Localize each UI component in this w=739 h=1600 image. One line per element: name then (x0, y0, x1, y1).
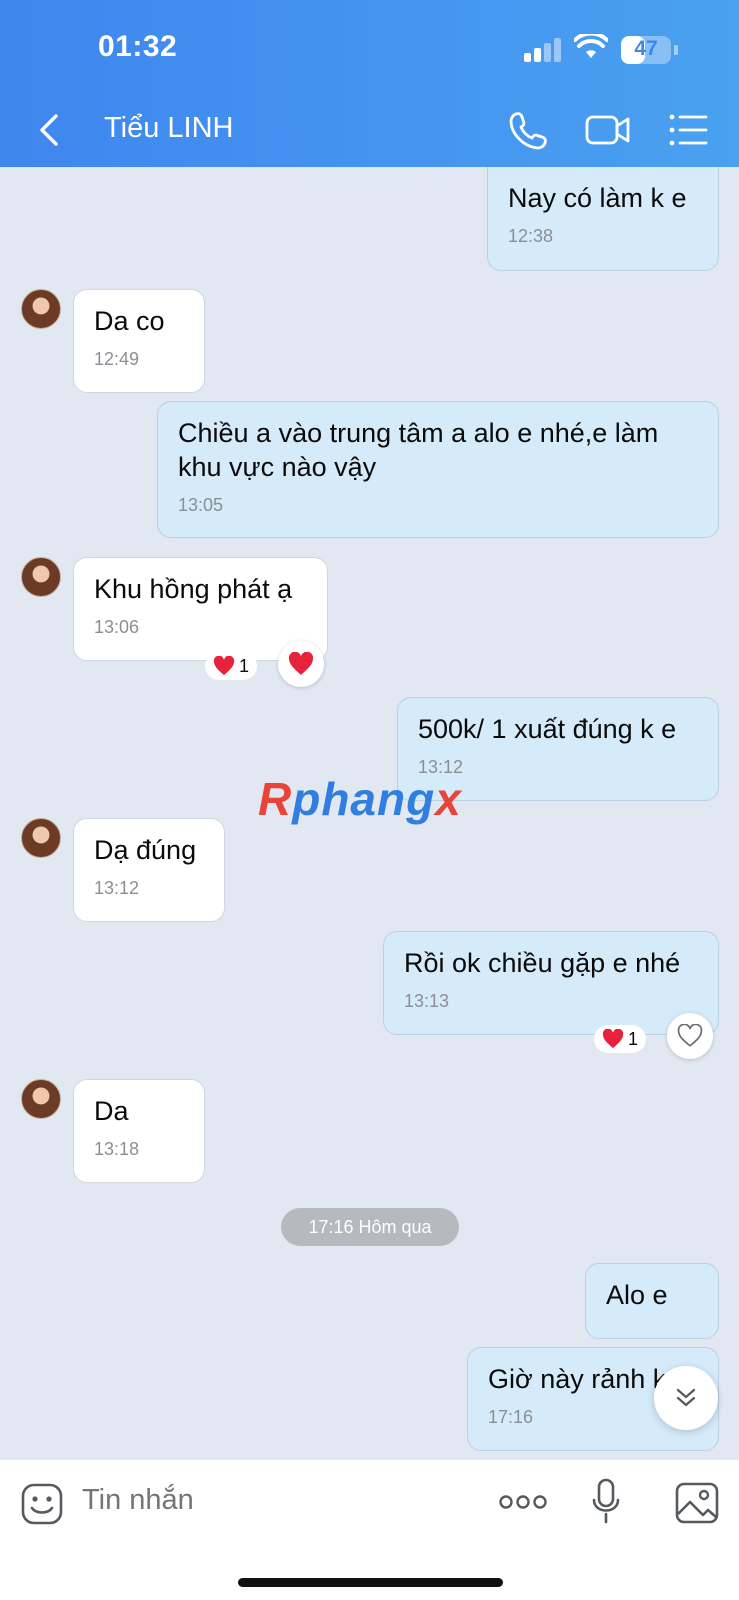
home-indicator (238, 1578, 503, 1587)
heart-icon (288, 652, 314, 675)
message-text: Alo e (606, 1280, 668, 1310)
message-incoming[interactable]: Dạ đúng 13:12 (73, 818, 225, 922)
reaction-count: 1 (239, 655, 250, 676)
message-time: 12:49 (94, 349, 140, 369)
heart-icon (213, 656, 235, 676)
react-button[interactable] (278, 641, 324, 687)
message-incoming[interactable]: Da 13:18 (73, 1079, 205, 1183)
message-outgoing[interactable]: Chiều a vào trung tâm a alo e nhé,e làm … (157, 401, 719, 538)
heart-icon (602, 1029, 624, 1049)
message-time: 13:13 (404, 991, 450, 1011)
message-input[interactable] (82, 1484, 462, 1517)
chevron-double-down-icon (676, 1388, 696, 1407)
message-text: Chiều a vào trung tâm a alo e nhé,e làm … (178, 418, 659, 482)
wifi-icon (574, 34, 608, 58)
chat-header: 01:32 47 Tiểu LINH (0, 0, 739, 167)
contact-name[interactable]: Tiểu LINH (104, 112, 233, 145)
avatar[interactable] (21, 557, 61, 597)
date-divider: 17:16 Hôm qua (281, 1208, 459, 1246)
message-outgoing[interactable]: Nay có làm k e 12:38 (487, 167, 719, 271)
message-text: 500k/ 1 xuất đúng k e (418, 714, 677, 744)
message-time: 12:38 (508, 226, 554, 246)
avatar[interactable] (21, 818, 61, 858)
microphone-icon[interactable] (591, 1478, 621, 1524)
back-chevron-icon[interactable] (34, 110, 64, 150)
message-text: Khu hồng phát ạ (94, 574, 293, 604)
react-button[interactable] (667, 1013, 713, 1059)
message-text: Da (94, 1096, 129, 1126)
message-time: 13:12 (94, 878, 140, 898)
message-outgoing[interactable]: Rồi ok chiều gặp e nhé 13:13 (383, 931, 719, 1035)
avatar[interactable] (21, 1079, 61, 1119)
heart-outline-icon (677, 1024, 703, 1047)
reaction-count: 1 (628, 1028, 639, 1049)
scroll-to-bottom-button[interactable] (654, 1366, 718, 1430)
message-time: 13:05 (178, 495, 224, 515)
message-outgoing[interactable]: Alo e (585, 1263, 719, 1339)
image-icon[interactable] (675, 1482, 719, 1524)
battery-tip (674, 45, 678, 55)
message-text: Nay có làm k e (508, 183, 687, 213)
message-composer (0, 1460, 739, 1600)
battery-percent: 47 (634, 37, 658, 60)
phone-icon[interactable] (506, 108, 550, 152)
reaction-summary[interactable]: 1 (594, 1025, 647, 1053)
message-text: Da co (94, 306, 165, 336)
reaction-summary[interactable]: 1 (205, 652, 258, 680)
message-text: Dạ đúng (94, 835, 197, 865)
status-time: 01:32 (98, 30, 178, 63)
menu-list-icon[interactable] (666, 108, 710, 152)
battery-icon: 47 (621, 36, 671, 64)
message-incoming[interactable]: Da co 12:49 (73, 289, 205, 393)
sticker-face-icon[interactable] (20, 1482, 64, 1526)
more-dots-icon[interactable] (499, 1492, 547, 1512)
avatar[interactable] (21, 289, 61, 329)
message-text: Rồi ok chiều gặp e nhé (404, 948, 681, 978)
message-time: 13:06 (94, 617, 140, 637)
video-camera-icon[interactable] (584, 108, 632, 152)
message-time: 13:18 (94, 1139, 140, 1159)
watermark-logo: Rphangx (258, 773, 462, 825)
cellular-signal-icon (524, 38, 562, 62)
